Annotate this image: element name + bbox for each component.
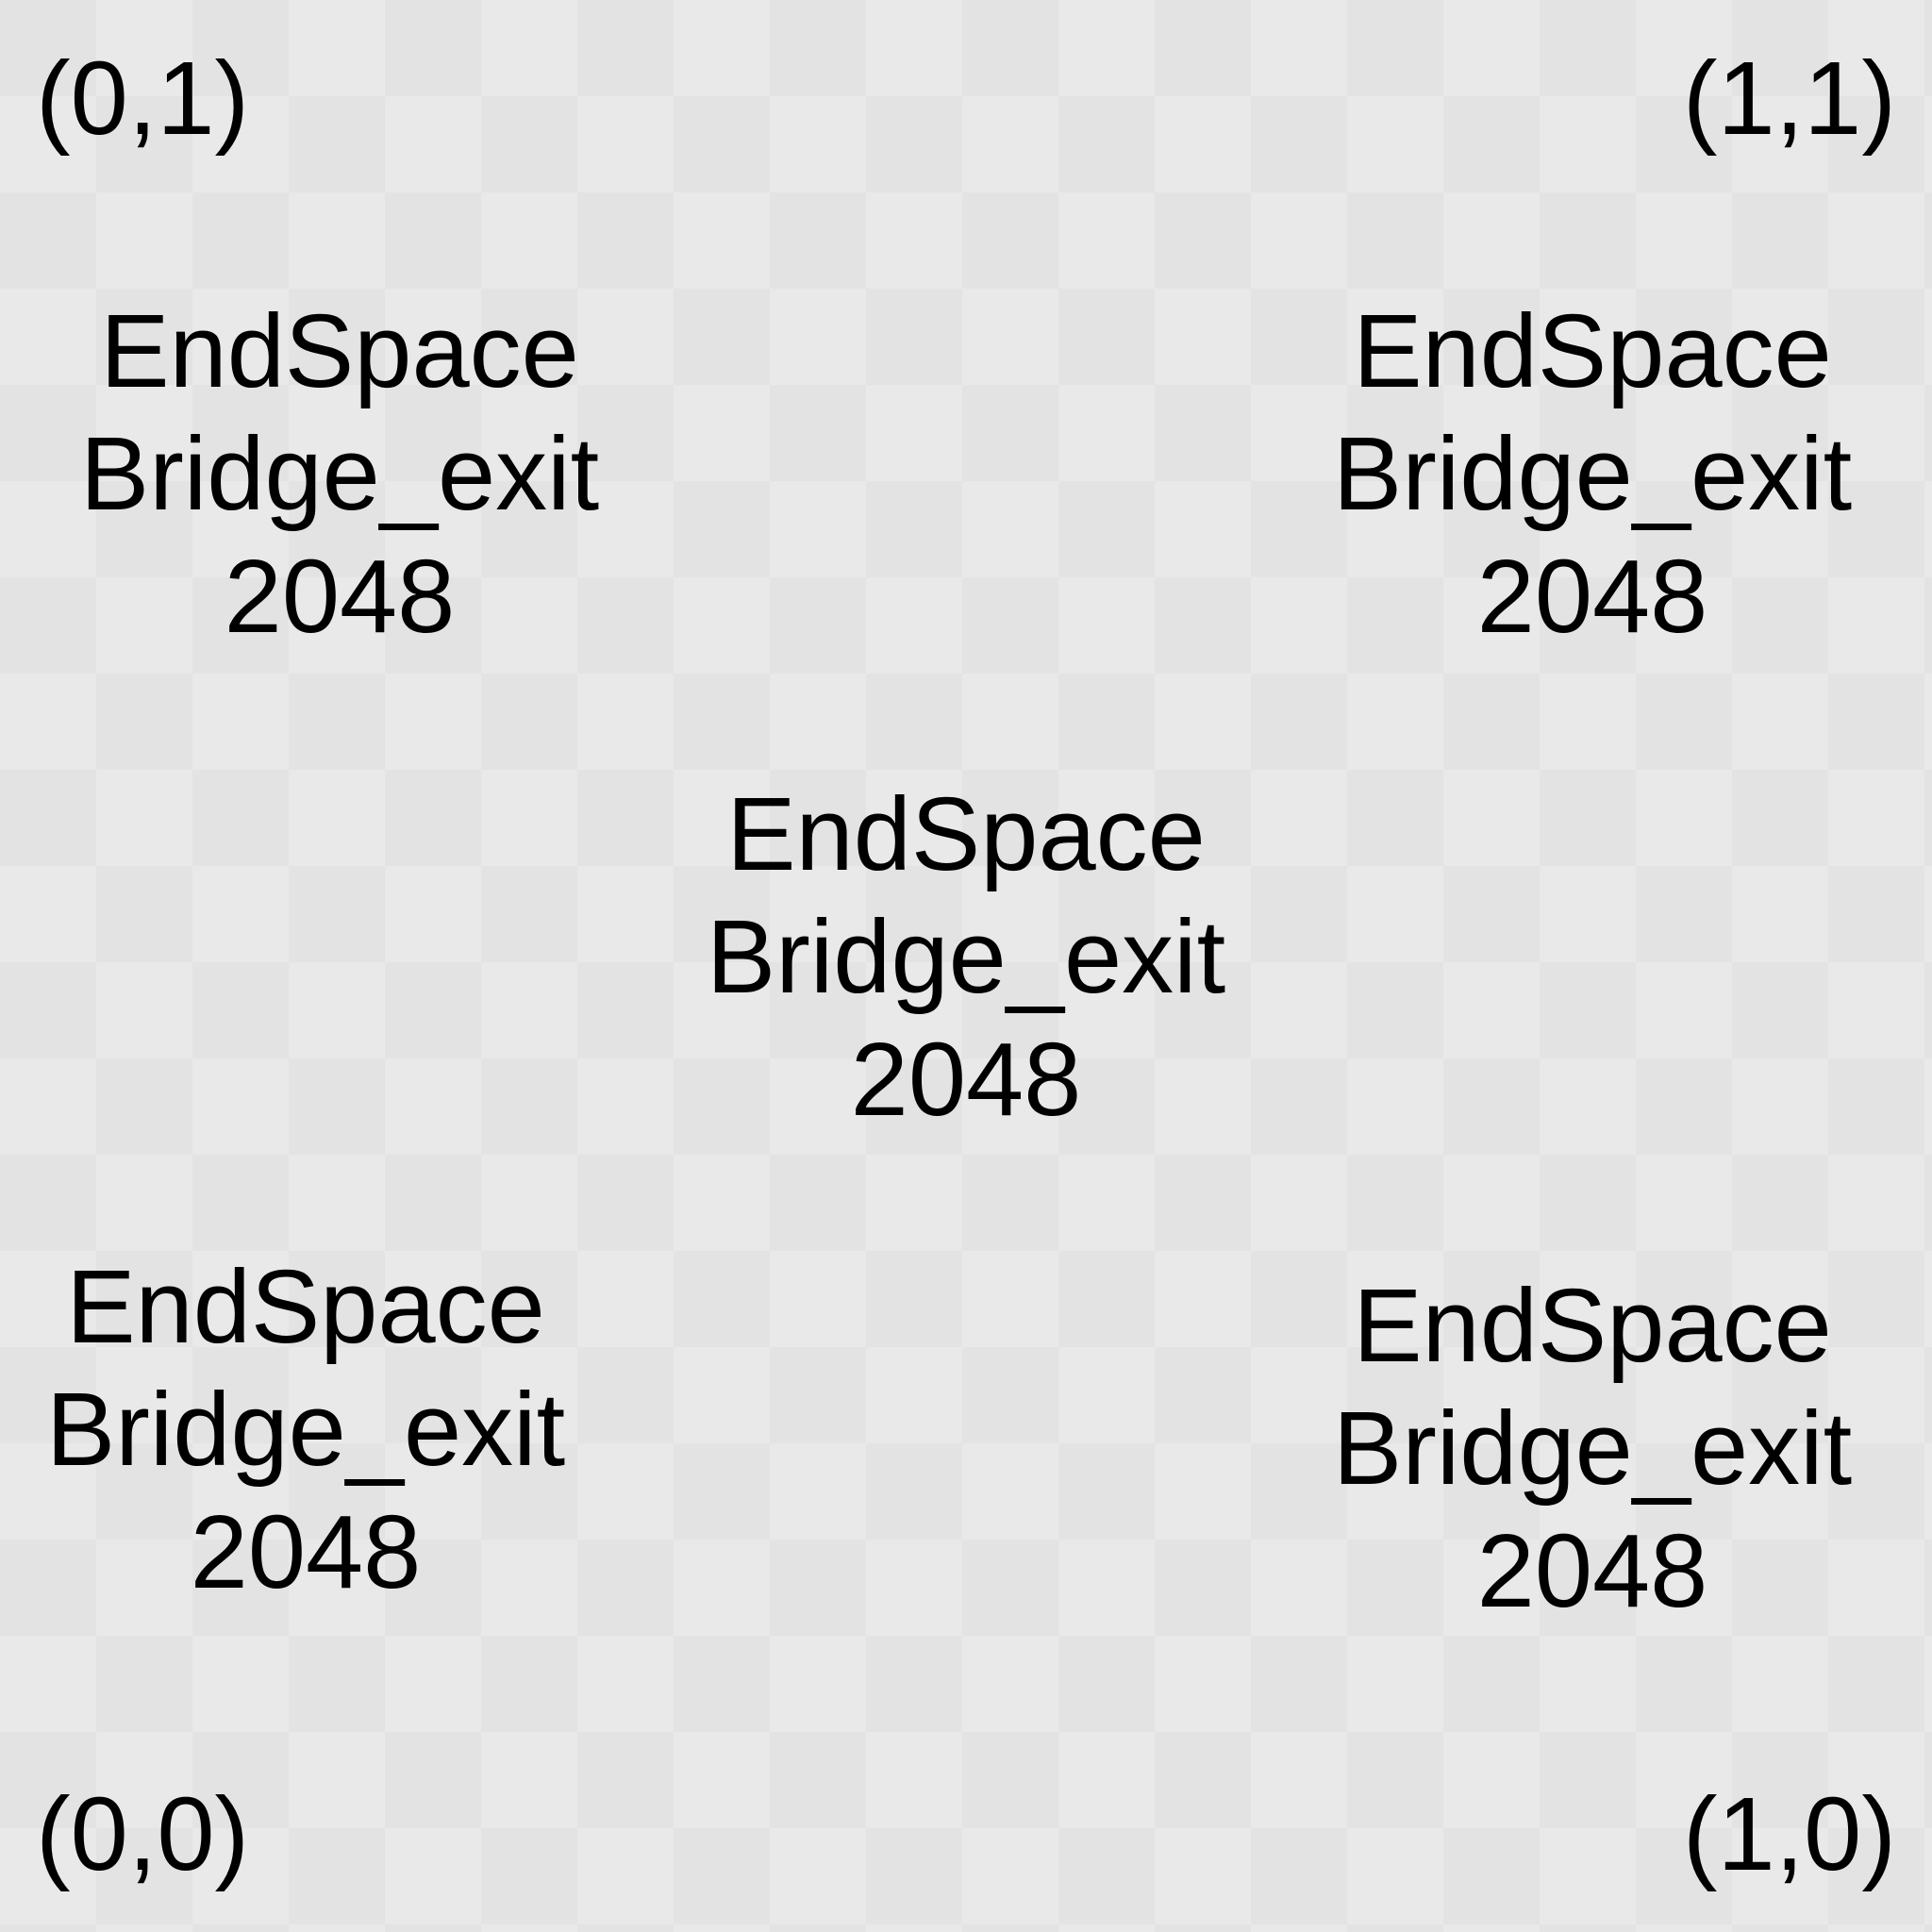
label-block-center: EndSpace Bridge_exit 2048 xyxy=(664,774,1268,1141)
corner-label-top-right: (1,1) xyxy=(1682,41,1896,157)
label-variant: Bridge_exit xyxy=(1332,416,1853,532)
label-variant: Bridge_exit xyxy=(45,1372,566,1488)
label-name: EndSpace xyxy=(1353,293,1832,409)
label-resolution: 2048 xyxy=(1476,539,1708,655)
label-resolution: 2048 xyxy=(224,539,456,655)
label-block-top-right: EndSpace Bridge_exit 2048 xyxy=(1291,291,1894,658)
corner-label-top-left: (0,1) xyxy=(36,41,250,157)
label-resolution: 2048 xyxy=(190,1494,422,1610)
label-block-top-left: EndSpace Bridge_exit 2048 xyxy=(38,291,641,658)
label-name: EndSpace xyxy=(1353,1268,1832,1384)
label-resolution: 2048 xyxy=(850,1022,1082,1138)
label-name: EndSpace xyxy=(726,776,1206,892)
corner-label-bottom-left: (0,0) xyxy=(36,1776,250,1892)
label-name: EndSpace xyxy=(100,293,579,409)
corner-label-bottom-right: (1,0) xyxy=(1682,1776,1896,1892)
label-block-bottom-left: EndSpace Bridge_exit 2048 xyxy=(4,1246,608,1614)
label-variant: Bridge_exit xyxy=(706,899,1226,1015)
label-block-bottom-right: EndSpace Bridge_exit 2048 xyxy=(1291,1265,1894,1633)
label-variant: Bridge_exit xyxy=(79,416,600,532)
label-resolution: 2048 xyxy=(1476,1513,1708,1629)
label-variant: Bridge_exit xyxy=(1332,1391,1853,1507)
label-name: EndSpace xyxy=(66,1249,545,1365)
